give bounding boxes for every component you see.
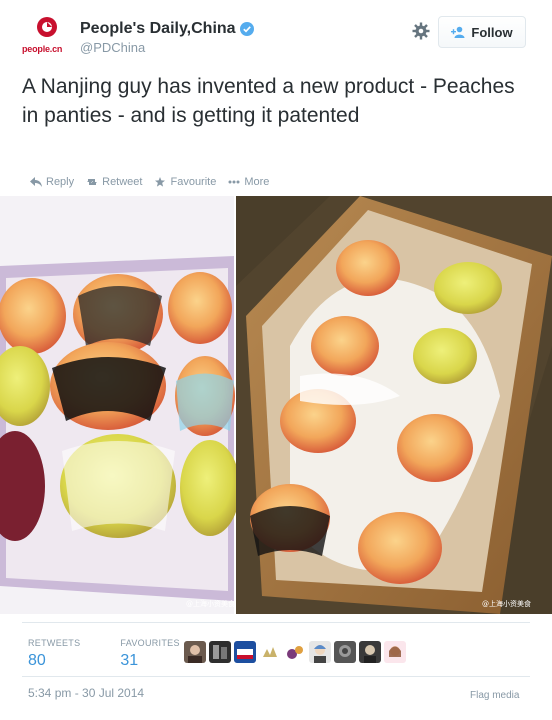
more-button[interactable]: More	[228, 176, 269, 188]
retweets-count: 80	[28, 652, 46, 669]
logo-text: people.cn	[22, 44, 63, 54]
retweets-stat[interactable]: RETWEETS 80	[28, 638, 80, 670]
reply-icon	[30, 177, 42, 187]
verified-badge-icon	[239, 22, 254, 36]
favourites-count: 31	[120, 652, 139, 669]
avatar[interactable]	[184, 641, 206, 663]
tweet-media[interactable]: @上海小资美食 @上海小资美食	[0, 196, 552, 614]
avatar[interactable]	[359, 641, 381, 663]
left-photo: @上海小资美食	[0, 196, 240, 614]
right-photo: @上海小资美食	[236, 196, 552, 614]
right-watermark: @上海小资美食	[482, 599, 531, 608]
more-dots-icon	[228, 180, 240, 184]
avatar[interactable]	[334, 641, 356, 663]
follow-user-icon	[451, 26, 465, 38]
avatar[interactable]	[234, 641, 256, 663]
retweets-label: RETWEETS	[28, 638, 81, 648]
flag-media-link[interactable]: Flag media	[470, 690, 519, 701]
avatar[interactable]	[209, 641, 231, 663]
account-avatar[interactable]: people.cn	[22, 14, 70, 58]
follow-label: Follow	[471, 24, 513, 40]
account-names: People's Daily,China @PDChina	[80, 20, 254, 55]
avatar[interactable]	[309, 641, 331, 663]
fullname-row: People's Daily,China	[80, 20, 254, 38]
tweet-stats: RETWEETS 80 FAVOURITES 31	[28, 638, 180, 670]
retweet-icon	[87, 179, 98, 185]
account-screen-name[interactable]: @PDChina	[80, 40, 254, 55]
favourites-label: FAVOURITES	[120, 638, 180, 648]
avatar[interactable]	[384, 641, 406, 663]
favourite-label: Favourite	[170, 176, 217, 188]
gear-icon[interactable]	[412, 22, 430, 40]
more-label: More	[244, 176, 270, 188]
tweet-actions: Reply Retweet Favourite More	[30, 176, 269, 188]
stats-divider-bottom	[22, 676, 530, 677]
avatar[interactable]	[284, 641, 306, 663]
favourite-button[interactable]: Favourite	[154, 176, 216, 188]
retweet-label: Retweet	[102, 176, 143, 188]
tweet-timestamp[interactable]: 5:34 pm - 30 Jul 2014	[28, 686, 144, 700]
stats-divider-top	[22, 622, 530, 623]
follow-button[interactable]: Follow	[438, 16, 526, 48]
reply-button[interactable]: Reply	[30, 176, 74, 188]
account-full-name[interactable]: People's Daily,China	[80, 20, 236, 38]
star-icon	[155, 177, 166, 187]
reply-label: Reply	[46, 176, 75, 188]
peach-photos: @上海小资美食 @上海小资美食	[0, 196, 552, 614]
avatar[interactable]	[259, 641, 281, 663]
tweet-text: A Nanjing guy has invented a new product…	[22, 75, 515, 127]
people-daily-logo-icon	[37, 17, 57, 37]
retweet-button[interactable]: Retweet	[86, 176, 142, 188]
left-watermark: @上海小资美食	[186, 599, 235, 608]
favouriter-avatars	[184, 641, 406, 663]
tweet-header: people.cn People's Daily,China @PDChina	[22, 14, 532, 58]
favourites-stat[interactable]: FAVOURITES 31	[120, 638, 179, 670]
